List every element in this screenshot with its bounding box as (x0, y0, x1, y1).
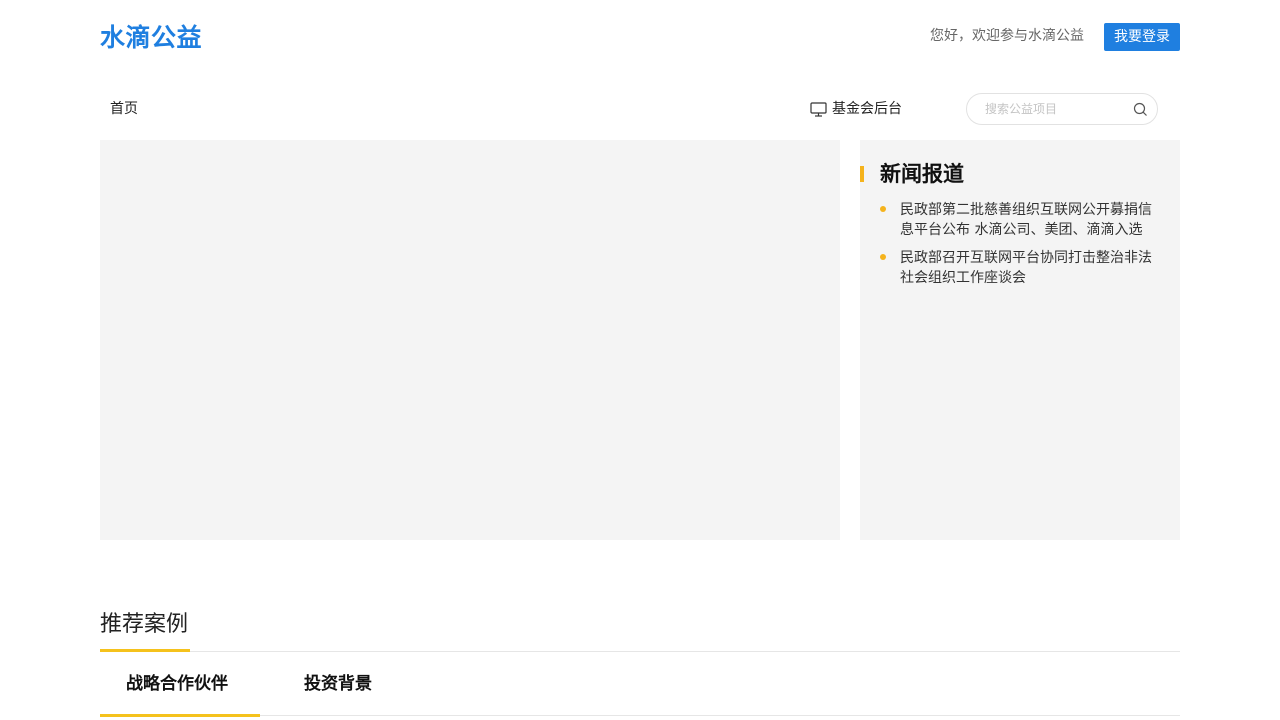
monitor-icon (810, 101, 827, 117)
banner-carousel[interactable] (100, 140, 840, 540)
active-tab-indicator (100, 714, 260, 717)
recommended-section-title: 推荐案例 (100, 612, 189, 637)
nav-item-foundation-admin-label: 基金会后台 (832, 101, 902, 117)
tab-investment-background[interactable]: 投资背景 (304, 672, 372, 696)
news-list: 民政部第二批慈善组织互联网公开募捐信息平台公布 水滴公司、美团、滴滴入选 民政部… (880, 200, 1160, 296)
news-item-text: 民政部召开互联网平台协同打击整治非法社会组织工作座谈会 (900, 250, 1152, 286)
search-box (966, 93, 1158, 125)
news-item[interactable]: 民政部第二批慈善组织互联网公开募捐信息平台公布 水滴公司、美团、滴滴入选 (880, 200, 1160, 240)
news-title: 新闻报道 (880, 162, 964, 186)
tab-strategic-partners[interactable]: 战略合作伙伴 (126, 672, 228, 696)
bullet-dot-icon (880, 254, 886, 260)
news-item[interactable]: 民政部召开互联网平台协同打击整治非法社会组织工作座谈会 (880, 248, 1160, 288)
news-panel: 新闻报道 民政部第二批慈善组织互联网公开募捐信息平台公布 水滴公司、美团、滴滴入… (860, 140, 1180, 540)
search-input[interactable] (985, 100, 1125, 118)
section-title-underline (100, 649, 190, 652)
news-title-accent-bar (860, 166, 864, 182)
section-divider (100, 651, 1180, 652)
news-item-text: 民政部第二批慈善组织互联网公开募捐信息平台公布 水滴公司、美团、滴滴入选 (900, 202, 1152, 238)
login-button[interactable]: 我要登录 (1104, 23, 1180, 51)
welcome-text: 您好，欢迎参与水滴公益 (930, 28, 1084, 44)
nav-item-home[interactable]: 首页 (110, 99, 138, 119)
site-logo[interactable]: 水滴公益 (100, 22, 202, 54)
bullet-dot-icon (880, 206, 886, 212)
main-nav: 首页 基金会后台 (100, 88, 1180, 130)
tabs-divider (100, 715, 1180, 716)
top-header: 水滴公益 您好，欢迎参与水滴公益 我要登录 (100, 0, 1180, 72)
nav-item-foundation-admin[interactable]: 基金会后台 (810, 99, 902, 119)
search-icon[interactable] (1133, 102, 1148, 117)
